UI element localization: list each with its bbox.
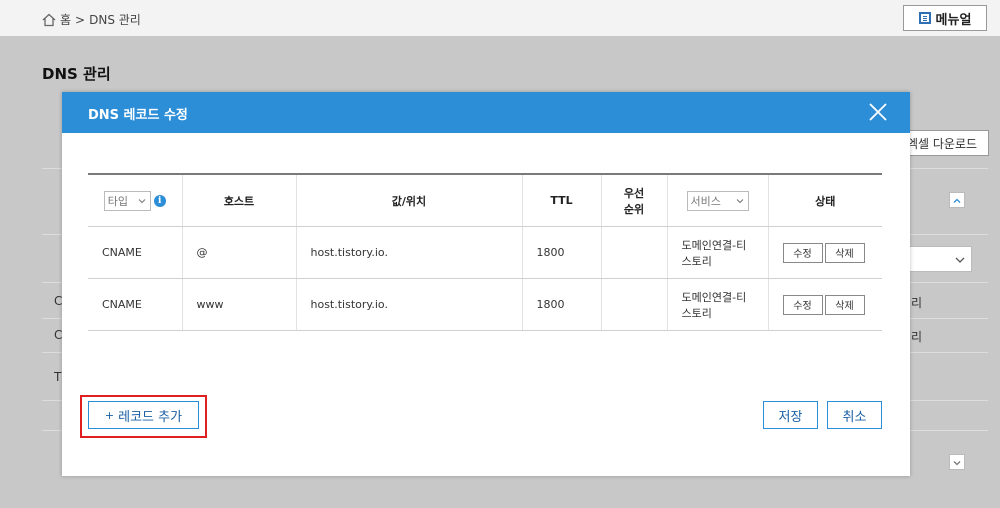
priority-column-header: 우선 순위 [600,173,667,227]
bg-row-text: 리 [911,296,923,310]
close-icon[interactable] [868,102,888,122]
plus-icon: + [104,408,115,422]
chevron-up-icon [953,198,961,203]
host-column-header: 호스트 [181,173,296,227]
type-select-value: 타입 [107,194,128,208]
service-column-header: 서비스 [666,173,768,227]
excel-download-label: 엑셀 다운로드 [906,136,978,151]
home-icon[interactable] [42,13,56,27]
record-status: 수정 삭제 [767,226,882,279]
table-row: CNAME www host.tistory.io. 1800 도메인연결-티 … [88,278,882,331]
record-priority [600,278,667,331]
record-value: host.tistory.io. [295,278,522,331]
priority-header-line2: 순위 [623,202,645,216]
breadcrumb-separator: > [75,12,86,27]
add-record-label: 레코드 추가 [118,409,183,425]
record-priority [600,226,667,279]
record-service-line1: 도메인연결-티 [681,238,747,252]
delete-record-button[interactable]: 삭제 [824,294,865,315]
modal-title: DNS 레코드 수정 [88,108,188,123]
record-host: www [181,278,296,331]
chevron-down-icon [955,257,965,263]
status-column-header: 상태 [767,173,882,227]
dns-record-table: 타입 i 호스트 값/위치 TTL 우선 순위 서비스 상태 CNAME @ h… [88,173,882,331]
record-host: @ [181,226,296,279]
type-column-header: 타입 i [88,173,182,227]
value-column-header: 값/위치 [295,173,522,227]
manual-button-label: 메뉴얼 [935,12,972,28]
info-icon[interactable]: i [153,194,166,207]
document-icon [918,12,931,24]
record-type: CNAME [88,226,182,279]
breadcrumb-home[interactable]: 홈 [60,11,71,28]
edit-record-button[interactable]: 수정 [782,294,823,315]
table-row: CNAME @ host.tistory.io. 1800 도메인연결-티 스토… [88,226,882,279]
record-ttl: 1800 [521,278,601,331]
ttl-column-header: TTL [521,173,601,227]
add-record-button[interactable]: + 레코드 추가 [88,401,199,429]
service-select[interactable]: 서비스 [686,190,749,211]
record-ttl: 1800 [521,226,601,279]
record-type: CNAME [88,278,182,331]
bg-select[interactable] [908,246,972,272]
page-title: DNS 관리 [42,65,111,83]
chevron-down-icon [736,198,743,203]
priority-header-line1: 우선 [623,186,645,200]
save-button[interactable]: 저장 [763,401,818,429]
chevron-down-icon [138,198,146,203]
bg-row-text: 리 [911,330,923,344]
chevron-down-icon [953,461,961,466]
breadcrumb: 홈 > DNS 관리 [42,11,141,28]
cancel-button[interactable]: 취소 [827,401,882,429]
top-bar [0,0,1000,36]
breadcrumb-current: DNS 관리 [89,13,141,27]
record-service-line2: 스토리 [681,306,712,320]
collapse-up-button[interactable] [949,192,965,208]
table-header-row: 타입 i 호스트 값/위치 TTL 우선 순위 서비스 상태 [88,173,882,227]
bg-row-text: T [54,370,62,384]
delete-record-button[interactable]: 삭제 [824,242,865,263]
modal-header: DNS 레코드 수정 [62,92,910,133]
record-service-line2: 스토리 [681,254,712,268]
manual-button[interactable]: 메뉴얼 [903,5,987,31]
record-service: 도메인연결-티 스토리 [666,278,768,331]
record-service-line1: 도메인연결-티 [681,290,747,304]
record-status: 수정 삭제 [767,278,882,331]
service-select-value: 서비스 [690,194,721,208]
type-select[interactable]: 타입 [103,190,151,211]
record-value: host.tistory.io. [295,226,522,279]
record-service: 도메인연결-티 스토리 [666,226,768,279]
edit-record-button[interactable]: 수정 [782,242,823,263]
expand-down-button[interactable] [949,454,965,470]
